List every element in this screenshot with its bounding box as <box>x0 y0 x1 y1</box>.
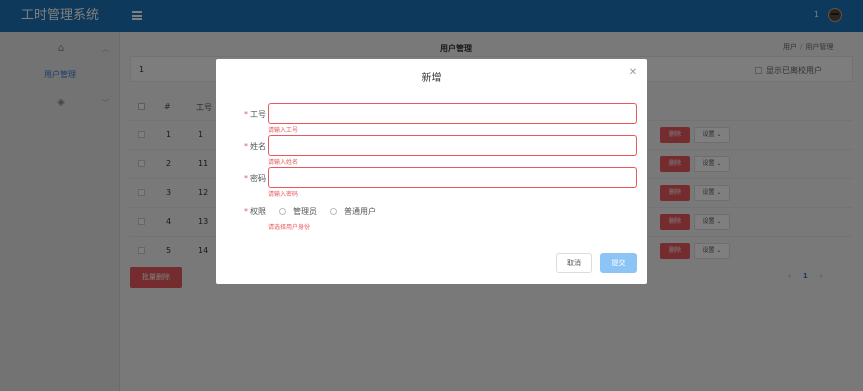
cancel-button[interactable]: 取消 <box>556 253 592 273</box>
close-icon[interactable]: ✕ <box>628 68 638 78</box>
employee-id-field[interactable] <box>268 103 637 124</box>
name-field[interactable] <box>268 135 637 156</box>
role-option-normal-user-label: 普通用户 <box>344 207 376 216</box>
role-option-admin-label: 管理员 <box>293 207 317 216</box>
role-radio-normal-user[interactable]: 普通用户 <box>330 206 376 217</box>
dialog-title: 新增 <box>421 73 442 84</box>
name-label: * 姓名 <box>244 142 266 151</box>
role-label: * 权限 <box>244 207 266 216</box>
submit-button[interactable]: 提交 <box>600 253 637 273</box>
add-user-dialog: 新增 ✕ * 工号 请输入工号 * 姓名 请输入姓名 * 密码 请输入密码 * 权限 管… <box>216 59 647 284</box>
password-label: * 密码 <box>244 174 266 183</box>
role-error: 请选择用户身份 <box>268 224 311 231</box>
employee-id-error: 请输入工号 <box>268 127 299 134</box>
password-error: 请输入密码 <box>268 191 299 198</box>
password-field[interactable] <box>268 167 637 188</box>
name-error: 请输入姓名 <box>268 159 299 166</box>
employee-id-label: * 工号 <box>244 110 266 119</box>
role-radio-admin[interactable]: 管理员 <box>279 206 317 217</box>
